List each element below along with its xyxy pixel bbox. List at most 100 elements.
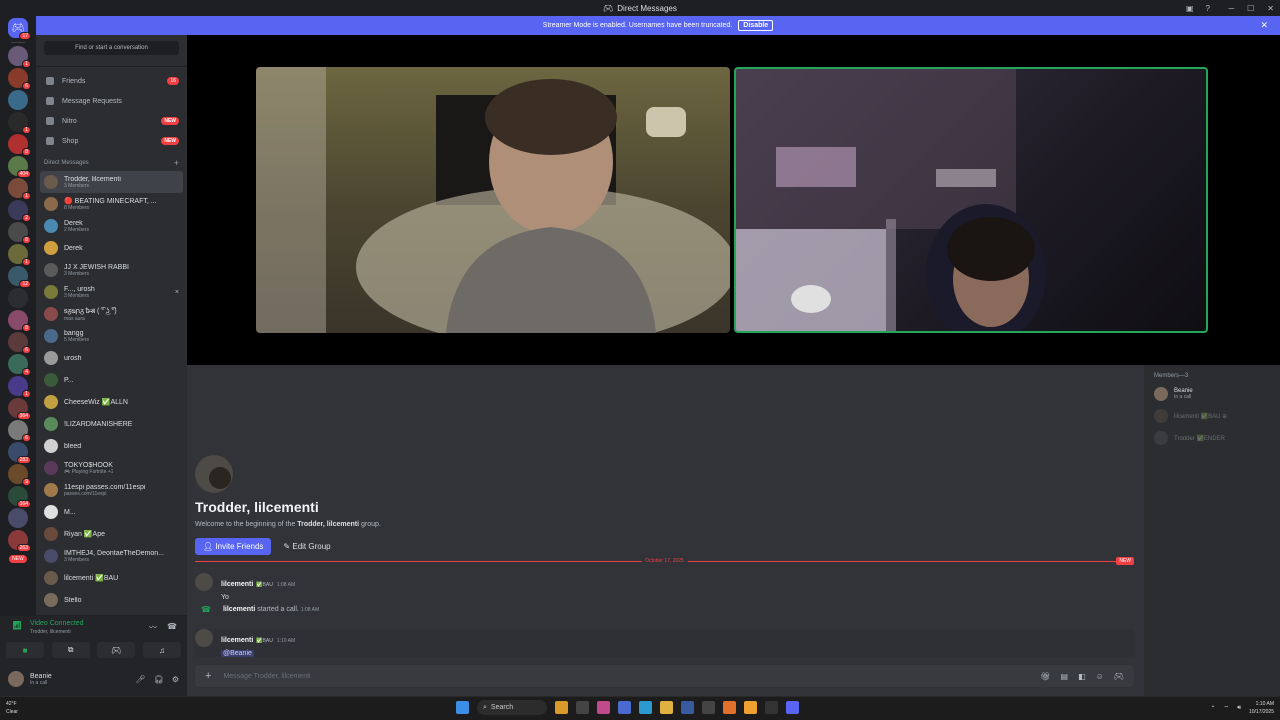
close-dm-icon[interactable]: × — [175, 289, 179, 296]
server-icon[interactable]: 1 — [8, 244, 31, 266]
invite-friends-button[interactable]: 👤︎ Invite Friends — [195, 538, 272, 555]
signal-icon[interactable]: 📶︎ — [12, 621, 22, 630]
server-icon[interactable]: 364 — [8, 398, 31, 420]
dm-item[interactable]: urosh — [36, 347, 187, 369]
dm-item[interactable]: Stello — [36, 589, 187, 611]
message-1[interactable]: lilcementi ✅BAU 1:08 AM Yo — [195, 573, 295, 601]
disconnect-icon[interactable]: ☎ — [167, 622, 177, 633]
microphone-icon[interactable]: 🎤︎ — [136, 675, 146, 684]
dm-item[interactable]: M... — [36, 501, 187, 523]
dm-item[interactable]: Derek — [36, 237, 187, 259]
tray-chevron-icon[interactable]: ⌃ — [1211, 705, 1216, 712]
message-avatar[interactable] — [195, 629, 213, 647]
dm-item[interactable]: P... — [36, 369, 187, 391]
server-icon[interactable]: 6 — [8, 420, 31, 442]
apps-icon[interactable]: 🎮︎ — [1114, 672, 1124, 681]
voice-status[interactable]: Video Connected — [30, 620, 84, 627]
close-button[interactable]: ✕ — [1267, 4, 1274, 13]
message-author[interactable]: lilcementi — [221, 637, 253, 644]
dm-item[interactable]: 11espi passes.com/11espi passes.com/11esp… — [36, 479, 187, 501]
dm-item[interactable]: 🔴 BEATING MINECRAFT, ... 8 Members — [36, 193, 187, 215]
camera-button[interactable]: ■ — [6, 642, 44, 658]
message-avatar[interactable] — [195, 573, 213, 591]
weather-widget[interactable]: 42°F Clear — [6, 700, 18, 716]
widget-icon[interactable] — [555, 701, 568, 714]
server-icon[interactable]: 1 — [8, 46, 31, 68]
member-row[interactable]: lilcementi ✅BAU ⊕ — [1154, 405, 1270, 427]
gif-icon[interactable]: ▤ — [1061, 672, 1069, 681]
explorer-icon[interactable] — [660, 701, 673, 714]
nav-message-requests[interactable]: Message Requests — [36, 91, 187, 111]
dm-item[interactable]: CheeseWiz ✅ALLN — [36, 391, 187, 413]
home-button[interactable]: 🎮︎ 17 — [8, 18, 31, 40]
nav-nitro[interactable]: Nitro NEW — [36, 111, 187, 131]
edge-icon[interactable] — [639, 701, 652, 714]
minimize-button[interactable]: ─ — [1228, 4, 1234, 13]
nav-friends[interactable]: Friends 16 — [36, 71, 187, 91]
dm-item[interactable]: JJ X JEWISH RABBI 3 Members — [36, 259, 187, 281]
server-icon[interactable]: 12 — [8, 266, 31, 288]
find-conversation-button[interactable]: Find or start a conversation — [44, 41, 179, 55]
gift-icon[interactable]: 🎁︎ — [1040, 672, 1050, 681]
server-icon[interactable]: 263 — [8, 530, 31, 552]
dm-item[interactable]: TOKYO$HOOK 🎮 Playing Fortnite +1 — [36, 457, 187, 479]
server-icon[interactable]: 9 — [8, 464, 31, 486]
message-2[interactable]: lilcementi ✅BAU 1:10 AM @Beanie — [195, 629, 1134, 657]
sticker-icon[interactable]: ◧ — [1078, 672, 1086, 681]
member-row[interactable]: Beanie In a call — [1154, 383, 1270, 405]
dm-item[interactable]: ᵴᵹᴓꞃᵹ ᵬ̶ꝛᵵ ( ͡° ͜ʖ ͡°) max aura — [36, 303, 187, 325]
dm-item[interactable]: lilcementi ✅BAU — [36, 567, 187, 589]
message-input[interactable]: Message Trodder, lilcementi — [223, 673, 1028, 680]
video-tile-2[interactable] — [734, 67, 1208, 333]
start-icon[interactable] — [456, 701, 469, 714]
user-mention[interactable]: @Beanie — [221, 650, 254, 657]
activity-button[interactable]: 🎮︎ — [97, 642, 136, 658]
close-banner-icon[interactable]: ✕ — [1260, 20, 1268, 31]
maximize-button[interactable]: ☐ — [1247, 4, 1254, 13]
server-icon[interactable]: 8 — [8, 222, 31, 244]
video-tile-1[interactable] — [256, 67, 730, 333]
server-icon[interactable]: 164 — [8, 486, 31, 508]
dm-item[interactable]: Riyan ✅Ape — [36, 523, 187, 545]
server-icon[interactable]: 6 — [8, 332, 31, 354]
emoji-icon[interactable]: ☺ — [1096, 672, 1104, 681]
server-icon[interactable]: 283 — [8, 442, 31, 464]
inbox-icon[interactable]: ▣ — [1186, 4, 1194, 13]
new-server-pill[interactable]: NEW — [9, 555, 27, 563]
noise-suppression-icon[interactable]: 〰 — [149, 622, 157, 633]
disable-streamer-button[interactable]: Disable — [738, 20, 774, 31]
obs-icon[interactable] — [765, 701, 778, 714]
server-icon[interactable] — [8, 288, 28, 308]
server-icon[interactable]: 8 — [8, 134, 31, 156]
screen-share-button[interactable]: ⧉ — [51, 642, 90, 658]
dm-item[interactable]: IMTHEJ4, DeontaeTheDemon... 3 Members — [36, 545, 187, 567]
server-icon[interactable]: 8 — [8, 310, 31, 332]
soundboard-button[interactable]: ♫ — [142, 642, 181, 658]
server-icon[interactable]: 2 — [8, 200, 31, 222]
settings-icon[interactable]: ⚙ — [172, 675, 179, 684]
server-icon[interactable] — [8, 508, 28, 528]
clock[interactable]: 1:10 AM 10/17/2025 — [1249, 700, 1274, 716]
user-avatar[interactable] — [8, 671, 24, 687]
server-icon[interactable]: 1 — [8, 178, 31, 200]
edit-group-button[interactable]: ✎ Edit Group — [279, 538, 334, 555]
teams-icon[interactable] — [618, 701, 631, 714]
server-icon[interactable] — [8, 90, 28, 110]
headphones-icon[interactable]: 🎧︎ — [154, 675, 164, 684]
user-info[interactable]: Beanie In a call — [30, 673, 52, 686]
server-icon[interactable]: 4 — [8, 354, 31, 376]
dm-item[interactable]: Derek 2 Members — [36, 215, 187, 237]
dm-item[interactable]: !LIZARDMANISHERE — [36, 413, 187, 435]
app-icon-2[interactable] — [681, 701, 694, 714]
chrome-icon[interactable] — [744, 701, 757, 714]
taskview-icon[interactable] — [576, 701, 589, 714]
server-icon[interactable]: 1 — [8, 376, 31, 398]
discord-taskbar-icon[interactable] — [786, 701, 799, 714]
system-author[interactable]: lilcementi — [223, 606, 255, 613]
message-author[interactable]: lilcementi — [221, 581, 253, 588]
network-icon[interactable]: ⌔ — [1224, 704, 1230, 712]
nav-shop[interactable]: Shop NEW — [36, 131, 187, 151]
dm-item[interactable]: F..., urosh 3 Members × — [36, 281, 187, 303]
voice-channel[interactable]: Trodder, lilcementi — [30, 629, 71, 635]
member-row[interactable]: Trodder ✅ENDER — [1154, 427, 1270, 449]
